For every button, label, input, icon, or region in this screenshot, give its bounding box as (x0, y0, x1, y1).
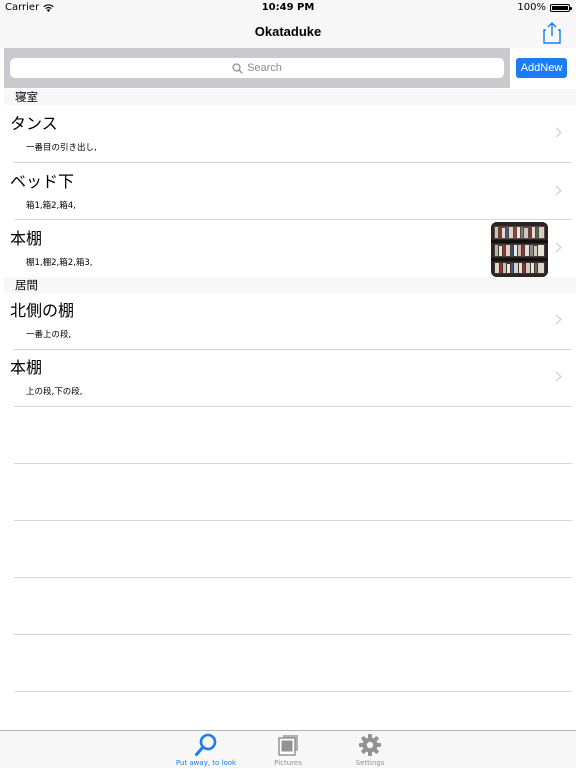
section-header-label: 寝室 (15, 90, 38, 104)
list-item-title: ベッド下 (10, 172, 75, 191)
row-divider (14, 406, 572, 407)
section-header: 寝室 (4, 89, 576, 105)
row-divider (14, 634, 572, 635)
tab-settings[interactable]: Settings (335, 731, 405, 769)
search-icon (232, 62, 243, 74)
page-title: Okataduke (254, 24, 322, 39)
list-item-subtitle: 上の段,下の段, (26, 387, 83, 397)
chevron-right-icon (551, 127, 562, 138)
row-divider (14, 520, 572, 521)
list-item[interactable]: 本棚 上の段,下の段, (0, 349, 576, 406)
bookshelf-thumbnail (491, 222, 548, 277)
list-item-subtitle: 箱1,箱2,箱4, (26, 201, 76, 211)
tab-put-away[interactable]: Put away, to look (171, 731, 241, 769)
chevron-right-icon (551, 371, 562, 382)
section-header: 居間 (4, 277, 576, 293)
row-divider (14, 691, 572, 692)
list-item-title: 本棚 (10, 229, 43, 248)
search-strip: Search AddNew (0, 48, 576, 88)
list-item-title: 本棚 (10, 358, 43, 377)
list-item[interactable]: 本棚 棚1,棚2,箱2,箱3, (0, 220, 576, 277)
search-icon (195, 733, 217, 756)
row-divider (14, 463, 572, 464)
tab-label: Settings (355, 759, 385, 767)
list-item[interactable]: ベッド下 箱1,箱2,箱4, (0, 163, 576, 220)
clock: 10:49 PM (261, 2, 315, 13)
list-item-title: 北側の棚 (10, 301, 75, 320)
section-header-label: 居間 (15, 278, 38, 292)
search-placeholder: Search (247, 62, 282, 74)
tab-label: Pictures (274, 759, 302, 767)
gear-icon (359, 734, 381, 756)
share-icon[interactable] (542, 21, 562, 45)
status-right: 100% (517, 0, 572, 16)
tab-label: Put away, to look (175, 759, 237, 767)
list-item-subtitle: 棚1,棚2,箱2,箱3, (26, 258, 93, 268)
add-new-button[interactable]: AddNew (516, 58, 567, 78)
chevron-right-icon (551, 185, 562, 196)
search-input[interactable]: Search (10, 58, 504, 78)
pictures-icon (278, 735, 298, 756)
list-item-subtitle: 一番上の段, (26, 330, 72, 340)
list-item[interactable]: 北側の棚 一番上の段, (0, 292, 576, 349)
list-item-subtitle: 一番目の引き出し, (26, 143, 97, 153)
battery-icon (550, 4, 572, 12)
battery-percent: 100% (517, 2, 546, 13)
status-bar: Carrier 10:49 PM 100% (0, 0, 576, 16)
list-item-title: タンス (10, 114, 58, 133)
list-item[interactable]: タンス 一番目の引き出し, (0, 105, 576, 162)
nav-bar: Okataduke (0, 16, 576, 48)
chevron-right-icon (551, 314, 562, 325)
chevron-right-icon (551, 242, 562, 253)
tab-pictures[interactable]: Pictures (253, 731, 323, 769)
row-divider (14, 577, 572, 578)
tab-bar: Put away, to look Pictures Settings (0, 730, 576, 768)
